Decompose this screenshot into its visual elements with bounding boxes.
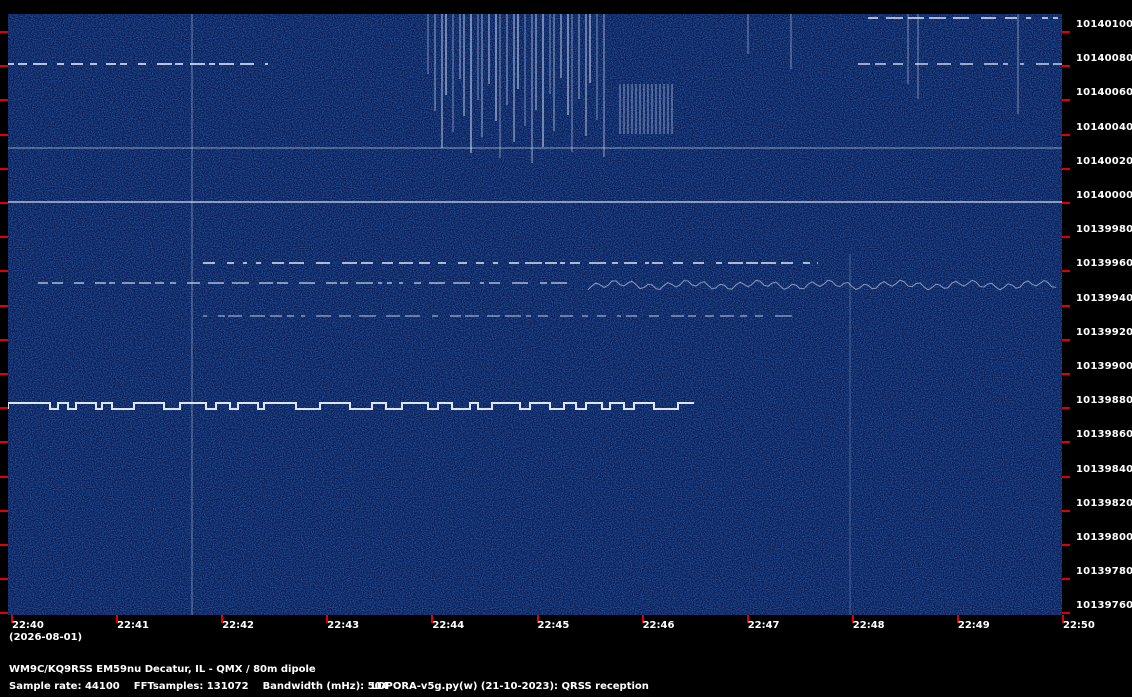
freq-label: 10139980 <box>1076 224 1132 236</box>
freq-tick <box>0 202 8 204</box>
freq-label: 10139960 <box>1076 258 1132 270</box>
freq-tick <box>0 578 8 581</box>
freq-tick <box>0 475 8 478</box>
freq-tick <box>1062 31 1070 33</box>
time-label: 22:44 <box>432 620 465 631</box>
freq-label: 10139760 <box>1076 600 1132 612</box>
freq-tick <box>0 133 8 136</box>
freq-label: 10139880 <box>1076 395 1132 407</box>
noise-floor <box>8 14 1062 615</box>
freq-label: 10140020 <box>1076 155 1132 167</box>
time-label: 22:42 <box>222 620 255 631</box>
freq-tick <box>1062 475 1070 478</box>
freq-label: 10139820 <box>1076 497 1132 509</box>
freq-tick <box>0 31 8 33</box>
freq-tick <box>1062 236 1070 239</box>
station-info: WM9C/KQ9RSS EM59nu Decatur, IL - QMX / 8… <box>9 664 316 675</box>
time-label: 22:43 <box>327 620 360 631</box>
freq-tick <box>0 612 8 615</box>
waterfall-canvas <box>8 14 1062 615</box>
freq-label: 10140080 <box>1076 53 1132 65</box>
freq-tick <box>0 509 8 512</box>
freq-tick <box>0 65 8 68</box>
time-label: 22:49 <box>957 620 990 631</box>
freq-tick <box>0 407 8 410</box>
time-label: 22:48 <box>852 620 885 631</box>
freq-tick <box>0 270 8 273</box>
freq-tick <box>1062 578 1070 581</box>
freq-label: 10140000 <box>1076 190 1132 201</box>
freq-tick <box>0 373 8 375</box>
freq-tick <box>1062 99 1070 102</box>
freq-tick <box>1062 407 1070 410</box>
freq-label: 10139900 <box>1076 361 1132 372</box>
freq-tick <box>0 99 8 102</box>
freq-tick <box>0 167 8 170</box>
freq-tick <box>0 236 8 239</box>
freq-tick <box>1062 133 1070 136</box>
freq-tick <box>0 304 8 307</box>
freq-label: 10139860 <box>1076 429 1132 441</box>
freq-tick <box>1062 167 1070 170</box>
freq-label: 10140040 <box>1076 121 1132 133</box>
freq-tick <box>1062 65 1070 68</box>
freq-tick <box>1062 202 1070 204</box>
freq-label: 10139920 <box>1076 326 1132 338</box>
freq-tick <box>1062 509 1070 512</box>
freq-tick <box>1062 544 1070 546</box>
freq-label: 10139800 <box>1076 532 1132 543</box>
software-info: LOPORA-v5g.py(w) (21-10-2023): QRSS rece… <box>371 681 649 692</box>
freq-label: 10139840 <box>1076 463 1132 475</box>
freq-tick <box>0 338 8 341</box>
bandwidth: Bandwidth (mHz): 504 <box>262 681 389 692</box>
freq-tick <box>1062 373 1070 375</box>
capture-settings: Sample rate: 44100 FFTsamples: 131072 Band… <box>9 681 403 692</box>
freq-tick <box>1062 441 1070 444</box>
freq-tick <box>0 441 8 444</box>
time-label: 22:45 <box>537 620 570 631</box>
sample-rate: Sample rate: 44100 <box>9 681 120 692</box>
freq-label: 10140060 <box>1076 87 1132 99</box>
freq-tick <box>0 544 8 546</box>
time-label: 22:47 <box>747 620 780 631</box>
freq-label: 10140100 <box>1076 19 1132 30</box>
time-label: 22:50 <box>1063 620 1095 631</box>
waterfall-spectrogram <box>8 14 1062 615</box>
freq-label: 10139940 <box>1076 292 1132 304</box>
fft-samples: FFTsamples: 131072 <box>133 681 249 692</box>
time-label: 22:46 <box>642 620 675 631</box>
freq-label: 10139780 <box>1076 566 1132 578</box>
freq-tick <box>1062 338 1070 341</box>
time-label: 22:40 <box>12 620 44 631</box>
time-label: 22:41 <box>117 620 149 631</box>
date-label: (2026-08-01) <box>9 632 83 643</box>
freq-tick <box>1062 304 1070 307</box>
freq-tick <box>1062 270 1070 273</box>
